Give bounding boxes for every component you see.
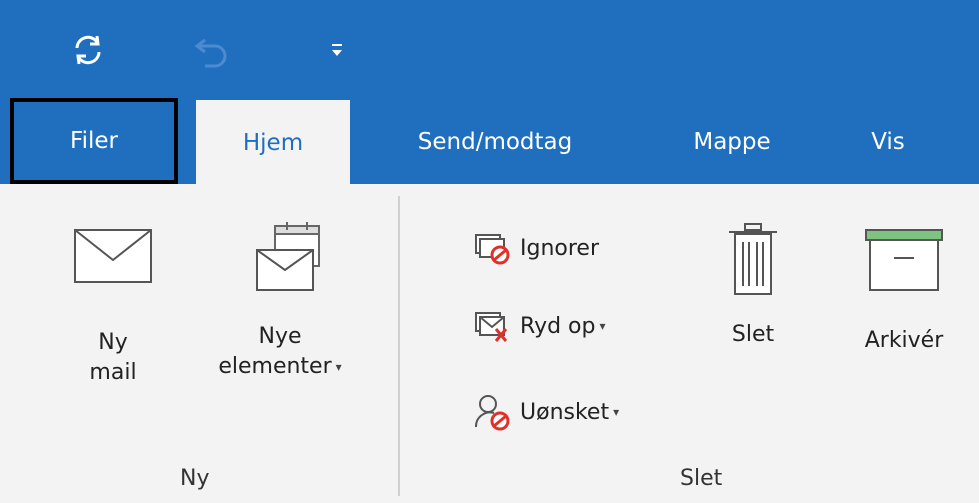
dropdown-caret-icon: ▾ — [335, 360, 342, 374]
archive-button[interactable]: Arkivér — [842, 228, 966, 356]
tab-filer[interactable]: Filer — [10, 98, 178, 184]
junk-label: Uønsket — [520, 399, 610, 425]
undo-button[interactable] — [190, 30, 236, 70]
group-label-ny: Ny — [180, 466, 210, 491]
clean-up-label: Ryd op — [520, 313, 596, 339]
customize-quick-access-icon — [332, 44, 342, 56]
ignore-button[interactable]: Ignorer — [470, 228, 599, 268]
new-items-button[interactable]: Nye elementer ▾ — [185, 220, 375, 382]
new-mail-label-1: Ny — [98, 330, 128, 355]
envelope-icon — [74, 229, 152, 283]
dropdown-caret-icon: ▾ — [613, 405, 620, 419]
new-items-label-1: Nye — [258, 324, 302, 349]
dropdown-caret-icon: ▾ — [599, 319, 606, 333]
undo-icon — [194, 38, 227, 68]
trash-icon — [729, 223, 777, 295]
customize-quick-access-button[interactable] — [326, 30, 348, 70]
clean-up-icon — [470, 308, 514, 344]
clean-up-button[interactable]: Ryd op ▾ — [470, 306, 606, 346]
junk-button[interactable]: Uønsket ▾ — [470, 392, 619, 432]
group-label-slet: Slet — [680, 466, 723, 491]
tab-send-modtag[interactable]: Send/modtag — [390, 100, 600, 184]
sync-button[interactable] — [68, 30, 108, 70]
delete-button[interactable]: Slet — [712, 222, 794, 350]
archive-label: Arkivér — [864, 328, 944, 353]
tab-vis[interactable]: Vis — [848, 100, 928, 184]
sync-icon — [75, 35, 101, 65]
tab-hjem[interactable]: Hjem — [196, 100, 350, 186]
title-bar — [0, 0, 979, 100]
new-mail-button[interactable]: Ny mail — [58, 228, 168, 388]
ignore-icon — [470, 230, 514, 266]
new-items-label-2: elementer ▾ — [218, 354, 342, 379]
new-items-icon — [256, 222, 320, 291]
archive-icon — [865, 229, 943, 291]
tab-mappe[interactable]: Mappe — [672, 100, 792, 184]
new-mail-label-2: mail — [89, 360, 137, 385]
delete-label: Slet — [731, 322, 775, 347]
ribbon-tabs: Filer Hjem Send/modtag Mappe Vis — [0, 98, 979, 186]
ignore-label: Ignorer — [520, 235, 599, 261]
group-divider — [398, 196, 400, 496]
junk-icon — [470, 394, 514, 431]
